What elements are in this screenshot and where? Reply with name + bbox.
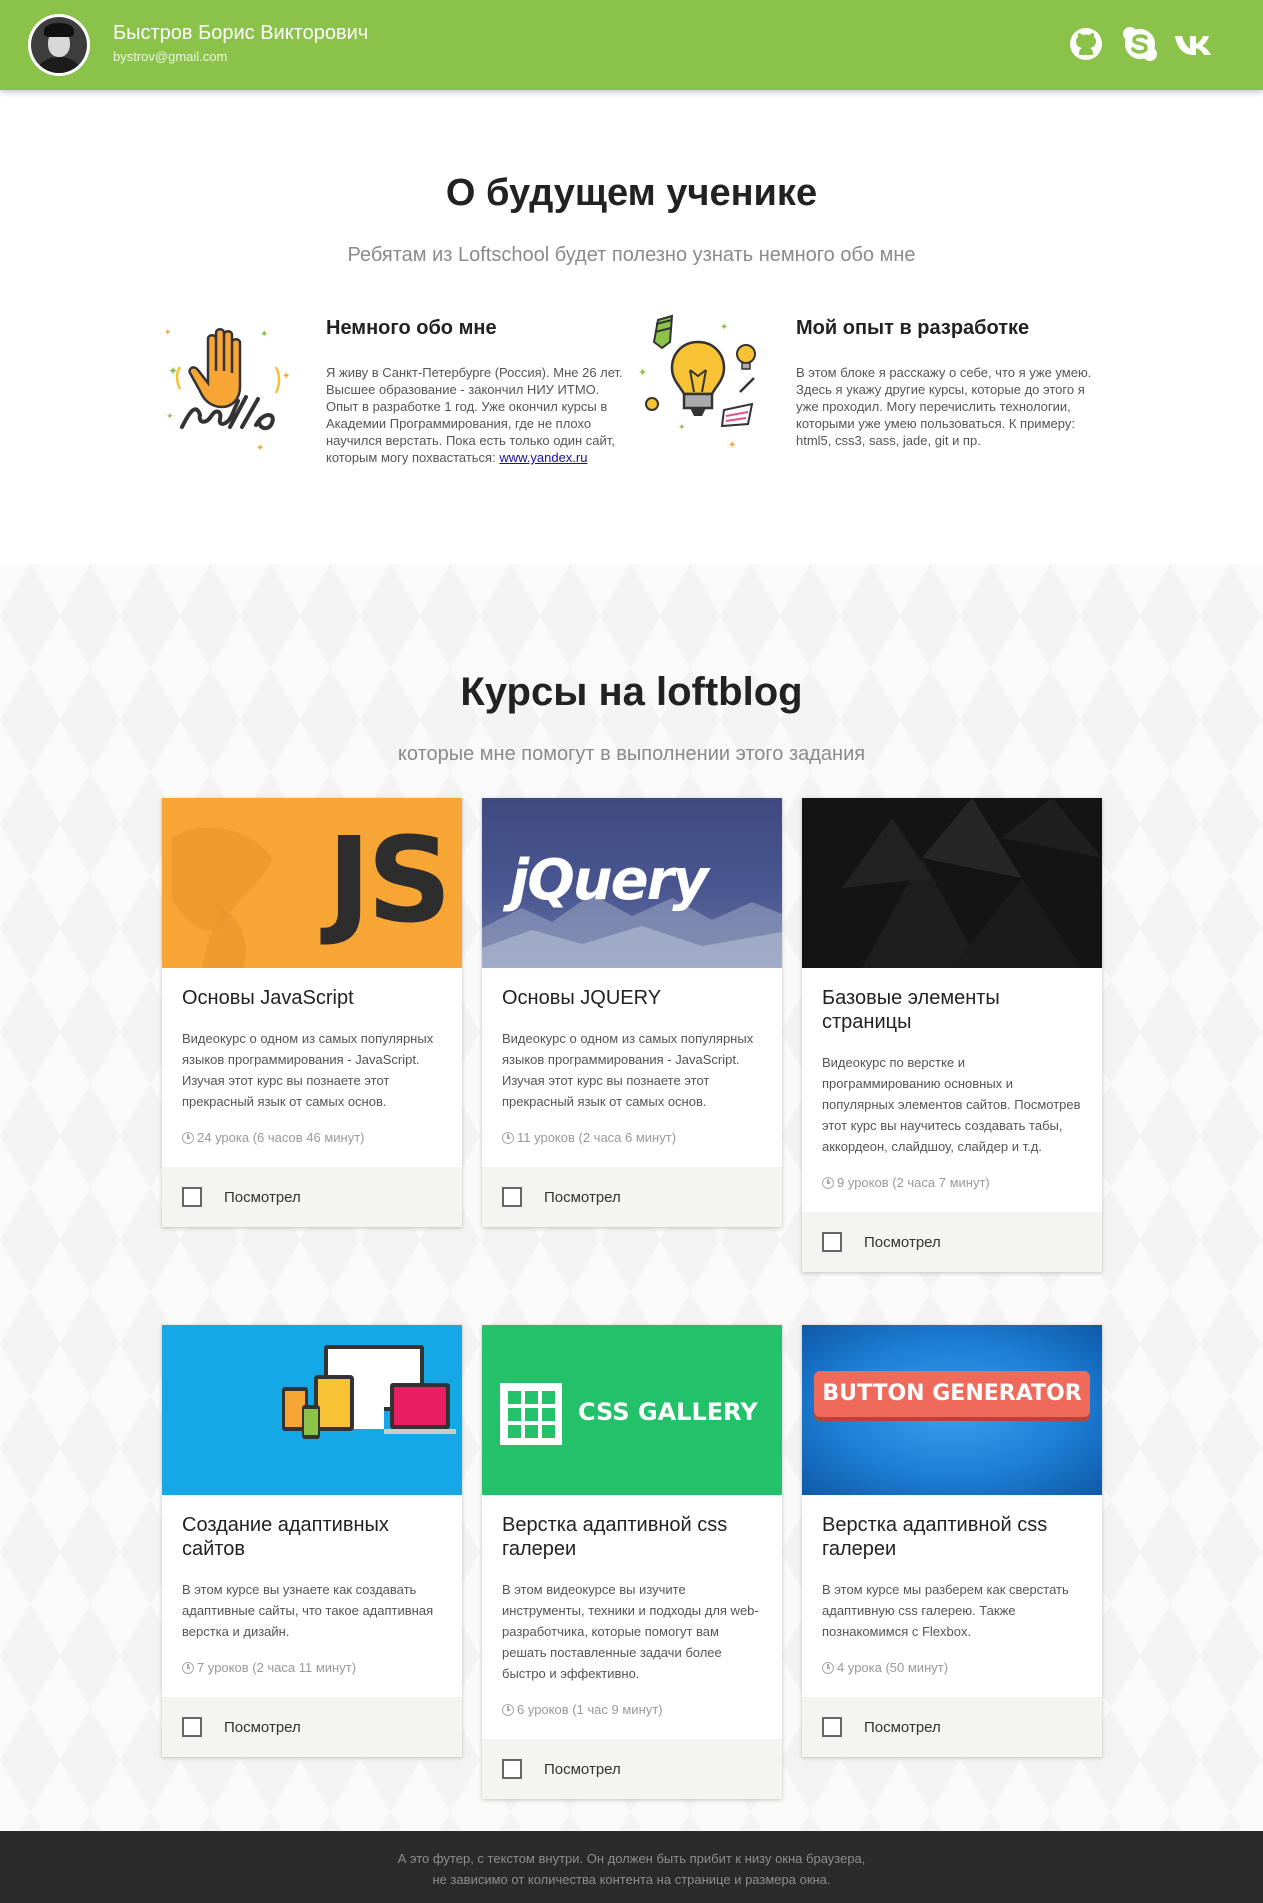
footer-text: не зависимо от количества контента на ст…	[432, 1872, 831, 1887]
course-duration: 9 уроков (2 часа 7 минут)	[837, 1175, 990, 1190]
svg-text:✦: ✦	[166, 412, 174, 422]
course-footer: Посмотрел	[162, 1697, 462, 1757]
course-title: Основы JavaScript	[182, 987, 354, 1009]
course-card: jQuery Основы JQUERY Видеокурс о одном и…	[482, 798, 782, 1227]
watched-label: Посмотрел	[544, 1760, 621, 1778]
clock-icon	[182, 1131, 194, 1144]
about-block-text: Я живу в Санкт-Петербурге (Россия). Мне …	[326, 365, 623, 465]
clock-icon	[182, 1661, 194, 1674]
course-duration: 7 уроков (2 часа 11 минут)	[197, 1660, 357, 1675]
clock-icon	[822, 1176, 834, 1189]
course-image-jquery: jQuery	[482, 798, 782, 968]
course-image-label: JS	[327, 811, 452, 949]
course-duration: 24 урока (6 часов 46 минут)	[197, 1130, 365, 1145]
lightbulb-icon: ✦ ✦ ✦ ✦	[638, 314, 756, 451]
course-meta: 24 урока (6 часов 46 минут)	[162, 1112, 462, 1167]
courses-title: Курсы на loftblog	[460, 670, 803, 714]
watched-label: Посмотрел	[864, 1233, 941, 1251]
course-image-css-gallery: CSS GALLERY	[482, 1325, 782, 1495]
watched-checkbox[interactable]	[822, 1232, 842, 1252]
footer-text: А это футер, с текстом внутри. Он должен…	[397, 1851, 866, 1866]
course-image-js: JS	[162, 798, 462, 968]
watched-label: Посмотрел	[544, 1188, 621, 1206]
course-duration: 4 урока (50 минут)	[837, 1660, 949, 1675]
experience-block-title: Мой опыт в разработке	[796, 317, 1030, 339]
vk-icon[interactable]	[1172, 24, 1220, 64]
hello-hand-icon: ✦ ✦ ✦ ✦ ✦ ✦	[164, 328, 290, 454]
clock-icon	[502, 1131, 514, 1144]
skype-icon[interactable]	[1120, 24, 1160, 64]
watched-label: Посмотрел	[224, 1188, 301, 1206]
course-image-label: CSS GALLERY	[578, 1398, 758, 1426]
course-footer: Посмотрел	[482, 1167, 782, 1227]
svg-text:✦: ✦	[678, 423, 686, 433]
course-image-label: BUTTON GENERATOR	[814, 1371, 1090, 1417]
course-footer: Посмотрел	[802, 1212, 1102, 1272]
svg-text:✦: ✦	[728, 440, 736, 451]
course-title: Верстка адаптивной css галереи	[502, 1514, 728, 1560]
course-description: Видеокурс по верстке и программированию …	[822, 1055, 1081, 1154]
course-image-button-generator: BUTTON GENERATOR	[802, 1325, 1102, 1495]
svg-text:✦: ✦	[638, 366, 647, 379]
course-card: BUTTON GENERATOR Верстка адаптивной css …	[802, 1325, 1102, 1757]
course-description: Видеокурс о одном из самых популярных яз…	[182, 1031, 434, 1109]
experience-block-text: В этом блоке я расскажу о себе, что я уж…	[796, 365, 1092, 448]
about-subtitle: Ребятам из Loftschool будет полезно узна…	[347, 244, 916, 266]
header: Быстров Борис Викторович bystrov@gmail.c…	[0, 0, 1263, 90]
courses-subtitle: которые мне помогут в выполнении этого з…	[397, 743, 866, 765]
course-image-label: jQuery	[510, 848, 709, 913]
watched-label: Посмотрел	[224, 1718, 301, 1736]
svg-text:✦: ✦	[256, 443, 264, 454]
watched-checkbox[interactable]	[182, 1187, 202, 1207]
clock-icon	[502, 1703, 514, 1716]
course-footer: Посмотрел	[162, 1167, 462, 1227]
svg-text:✦: ✦	[720, 322, 728, 333]
course-description: В этом курсе вы узнаете как создавать ад…	[182, 1582, 434, 1639]
watched-checkbox[interactable]	[822, 1717, 842, 1737]
watched-checkbox[interactable]	[182, 1717, 202, 1737]
course-duration: 6 уроков (1 час 9 минут)	[517, 1702, 663, 1717]
course-title: Верстка адаптивной css галереи	[822, 1514, 1048, 1560]
course-description: Видеокурс о одном из самых популярных яз…	[502, 1031, 754, 1109]
about-title: О будущем ученике	[445, 172, 818, 214]
course-title: Основы JQUERY	[502, 987, 662, 1009]
course-title: Базовые элементы страницы	[822, 987, 1000, 1033]
footer: А это футер, с текстом внутри. Он должен…	[0, 1831, 1263, 1903]
course-footer: Посмотрел	[482, 1739, 782, 1799]
user-name: Быстров Борис Викторович	[113, 22, 369, 44]
about-block-title: Немного обо мне	[326, 317, 497, 339]
course-image-devices	[162, 1325, 462, 1495]
course-card: JS Основы JavaScript Видеокурс о одном и…	[162, 798, 462, 1227]
course-duration: 11 уроков (2 часа 6 минут)	[517, 1130, 677, 1145]
svg-text:✦: ✦	[282, 371, 290, 382]
user-email: bystrov@gmail.com	[113, 49, 228, 64]
watched-checkbox[interactable]	[502, 1759, 522, 1779]
course-description: В этом курсе мы разберем как сверстать а…	[822, 1582, 1069, 1639]
course-footer: Посмотрел	[802, 1697, 1102, 1757]
watched-label: Посмотрел	[864, 1718, 941, 1736]
course-card: Создание адаптивных сайтов В этом курсе …	[162, 1325, 462, 1757]
course-meta: 7 уроков (2 часа 11 минут)	[162, 1642, 462, 1697]
course-description: В этом видеокурсе вы изучите инструменты…	[502, 1582, 759, 1681]
course-meta: 6 уроков (1 час 9 минут)	[482, 1684, 782, 1739]
course-card: CSS GALLERY Верстка адаптивной css галер…	[482, 1325, 782, 1799]
course-title: Создание адаптивных сайтов	[182, 1514, 389, 1560]
course-card: Базовые элементы страницы Видеокурс по в…	[802, 798, 1102, 1272]
avatar	[28, 14, 90, 76]
course-meta: 9 уроков (2 часа 7 минут)	[802, 1157, 1102, 1212]
github-icon[interactable]	[1066, 24, 1106, 64]
course-image-dark	[802, 798, 1102, 968]
clock-icon	[822, 1661, 834, 1674]
course-meta: 11 уроков (2 часа 6 минут)	[482, 1112, 782, 1167]
svg-text:✦: ✦	[260, 329, 268, 340]
watched-checkbox[interactable]	[502, 1187, 522, 1207]
svg-text:✦: ✦	[164, 328, 172, 338]
course-meta: 4 урока (50 минут)	[802, 1642, 1102, 1697]
yandex-link[interactable]: www.yandex.ru	[499, 450, 587, 465]
